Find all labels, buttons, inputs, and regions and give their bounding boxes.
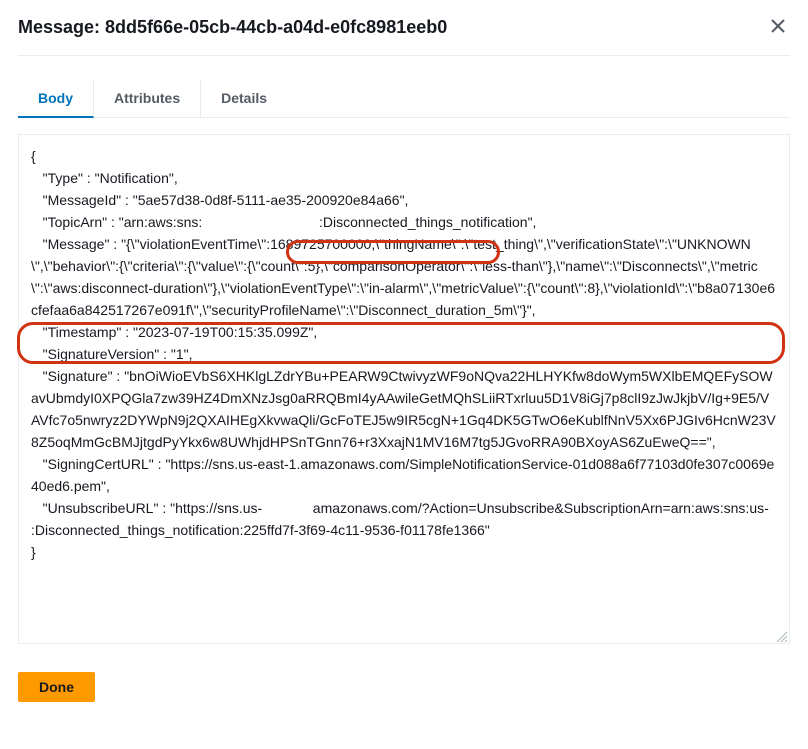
modal-footer: Done	[18, 672, 790, 702]
modal-header: Message: 8dd5f66e-05cb-44cb-a04d-e0fc898…	[18, 0, 790, 56]
tab-body[interactable]: Body	[18, 80, 94, 118]
modal-title: Message: 8dd5f66e-05cb-44cb-a04d-e0fc898…	[18, 17, 447, 38]
tab-attributes[interactable]: Attributes	[94, 80, 201, 117]
tabs: Body Attributes Details	[18, 80, 790, 118]
modal-title-id: 8dd5f66e-05cb-44cb-a04d-e0fc8981eeb0	[105, 17, 447, 37]
message-body-container: { "Type" : "Notification", "MessageId" :…	[18, 134, 790, 644]
message-body-text: { "Type" : "Notification", "MessageId" :…	[31, 145, 777, 563]
resize-handle-icon[interactable]	[775, 629, 787, 641]
close-button[interactable]	[766, 14, 790, 41]
message-modal: Message: 8dd5f66e-05cb-44cb-a04d-e0fc898…	[0, 0, 808, 720]
close-icon	[770, 18, 786, 37]
modal-title-prefix: Message:	[18, 17, 105, 37]
done-button[interactable]: Done	[18, 672, 95, 702]
tab-details[interactable]: Details	[201, 80, 287, 117]
